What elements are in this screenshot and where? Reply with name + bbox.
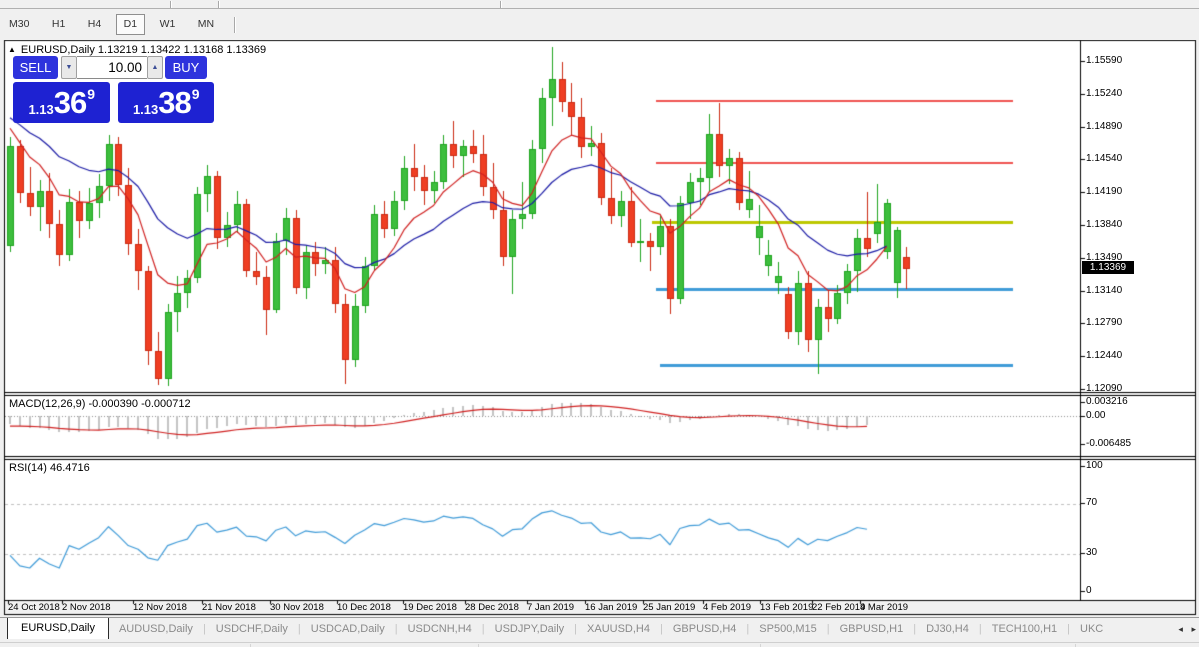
chart-header: ▲ EURUSD,Daily 1.13219 1.13422 1.13168 1… (8, 44, 266, 56)
date-axis-label: 19 Dec 2018 (403, 602, 457, 613)
tab-scroll-left-icon[interactable]: ◂ (1178, 624, 1183, 634)
trade-controls-row: SELL ▼ ▲ BUY (13, 56, 214, 79)
symbol-tab-active[interactable]: EURUSD,Daily (7, 618, 109, 639)
symbol-tab[interactable]: USDCHF,Daily (206, 619, 298, 639)
rsi-axis-label: 0 (1086, 585, 1092, 596)
timeframe-toolbar: M30 H1 H4 D1 W1 MN (0, 10, 1199, 40)
date-axis-label: 7 Jan 2019 (527, 602, 575, 613)
price-axis-label: 1.15590 (1086, 55, 1123, 66)
metatrader-window: M30 H1 H4 D1 W1 MN ▲ EURUSD,Daily 1.1321… (0, 0, 1199, 647)
sell-price-small: 1.13 (28, 102, 54, 117)
toolbar-separator (233, 16, 236, 33)
symbol-tab[interactable]: XAUUSD,H4 (577, 619, 660, 639)
date-axis-label: 4 Mar 2019 (860, 602, 909, 613)
status-bar (0, 642, 1199, 647)
date-axis-label: 2 Nov 2018 (62, 602, 111, 613)
symbol-tab[interactable]: GBPUSD,H4 (663, 619, 747, 639)
price-axis-label: 1.15240 (1086, 88, 1123, 99)
date-axis-label: 24 Oct 2018 (8, 602, 60, 613)
symbol-tab[interactable]: USDJPY,Daily (485, 619, 575, 639)
macd-axis-label: 0.003216 (1086, 396, 1128, 407)
price-axis-label: 1.14540 (1086, 153, 1123, 164)
macd-axis-label: 0.00 (1086, 410, 1106, 421)
date-axis-label: 25 Jan 2019 (643, 602, 696, 613)
date-axis-label: 16 Jan 2019 (585, 602, 638, 613)
toolbar-separator (218, 1, 220, 8)
symbol-tab[interactable]: DJ30,H4 (916, 619, 979, 639)
one-click-trading-panel: SELL ▼ ▲ BUY 1.13 36 9 1.13 38 9 (13, 56, 214, 123)
tab-scroll-right-icon[interactable]: ▸ (1191, 624, 1196, 634)
symbol-tab[interactable]: UKC (1070, 619, 1113, 639)
volume-input[interactable] (77, 56, 147, 79)
macd-axis-label: -0.006485 (1086, 438, 1132, 449)
buy-price-big: 38 (158, 85, 191, 120)
symbol-tab[interactable]: GBPUSD,H1 (830, 619, 914, 639)
date-axis-label: 13 Feb 2019 (760, 602, 814, 613)
sell-price-pip: 9 (87, 85, 96, 102)
price-axis-label: 1.13840 (1086, 219, 1123, 230)
timeframe-button-m30[interactable]: M30 (1, 14, 37, 35)
volume-increase-icon[interactable]: ▲ (147, 56, 163, 79)
timeframe-button-d1[interactable]: D1 (115, 14, 146, 35)
chart-title: EURUSD,Daily 1.13219 1.13422 1.13168 1.1… (20, 44, 267, 56)
symbol-tab[interactable]: SP500,M15 (749, 619, 826, 639)
volume-decrease-icon[interactable]: ▼ (61, 56, 77, 79)
timeframe-button-h1[interactable]: H1 (44, 14, 73, 35)
sell-price-big: 36 (53, 85, 87, 120)
toolbar-separator (500, 1, 502, 8)
toolbar-separator (170, 1, 172, 8)
timeframe-button-h4[interactable]: H4 (80, 14, 109, 35)
date-axis-label: 21 Nov 2018 (202, 602, 256, 613)
price-axis-label: 1.12440 (1086, 350, 1123, 361)
timeframe-button-mn[interactable]: MN (190, 14, 222, 35)
current-price-tag: 1.13369 (1082, 261, 1134, 274)
rsi-axis-label: 70 (1086, 497, 1098, 508)
date-axis-label: 22 Feb 2019 (812, 602, 866, 613)
buy-button[interactable]: BUY (165, 56, 207, 79)
sell-price-box[interactable]: 1.13 36 9 (13, 82, 110, 123)
macd-indicator-label: MACD(12,26,9) -0.000390 -0.000712 (9, 398, 191, 410)
date-axis-label: 12 Nov 2018 (133, 602, 187, 613)
trade-prices-row: 1.13 36 9 1.13 38 9 (13, 82, 214, 123)
buy-price-small: 1.13 (132, 102, 159, 117)
buy-price-pip: 9 (191, 85, 200, 102)
chart-tab-bar: EURUSD,Daily AUDUSD,Daily | USDCHF,Daily | US… (0, 617, 1199, 641)
rsi-axis-label: 100 (1086, 460, 1103, 471)
symbol-tab[interactable]: USDCAD,Daily (301, 619, 395, 639)
price-axis-label: 1.12090 (1086, 383, 1123, 394)
price-axis-label: 1.14190 (1086, 186, 1123, 197)
date-axis-label: 4 Feb 2019 (703, 602, 752, 613)
symbol-tab[interactable]: AUDUSD,Daily (109, 619, 203, 639)
collapse-panel-icon[interactable]: ▲ (8, 45, 16, 55)
price-axis-label: 1.14890 (1086, 121, 1123, 132)
date-axis-label: 30 Nov 2018 (270, 602, 324, 613)
date-axis-label: 10 Dec 2018 (337, 602, 391, 613)
buy-price-box[interactable]: 1.13 38 9 (117, 82, 214, 123)
rsi-axis-label: 30 (1086, 547, 1098, 558)
date-axis-label: 28 Dec 2018 (465, 602, 519, 613)
rsi-indicator-label: RSI(14) 46.4716 (9, 462, 90, 474)
price-axis-label: 1.12790 (1086, 317, 1123, 328)
toolbar-top-strip (0, 0, 1199, 9)
symbol-tab[interactable]: USDCNH,H4 (398, 619, 482, 639)
symbol-tab[interactable]: TECH100,H1 (982, 619, 1067, 639)
price-axis-label: 1.13140 (1086, 285, 1123, 296)
timeframe-button-w1[interactable]: W1 (152, 14, 184, 35)
tab-scroll-arrows: ◂ ▸ (1166, 624, 1196, 635)
sell-button[interactable]: SELL (13, 56, 58, 79)
